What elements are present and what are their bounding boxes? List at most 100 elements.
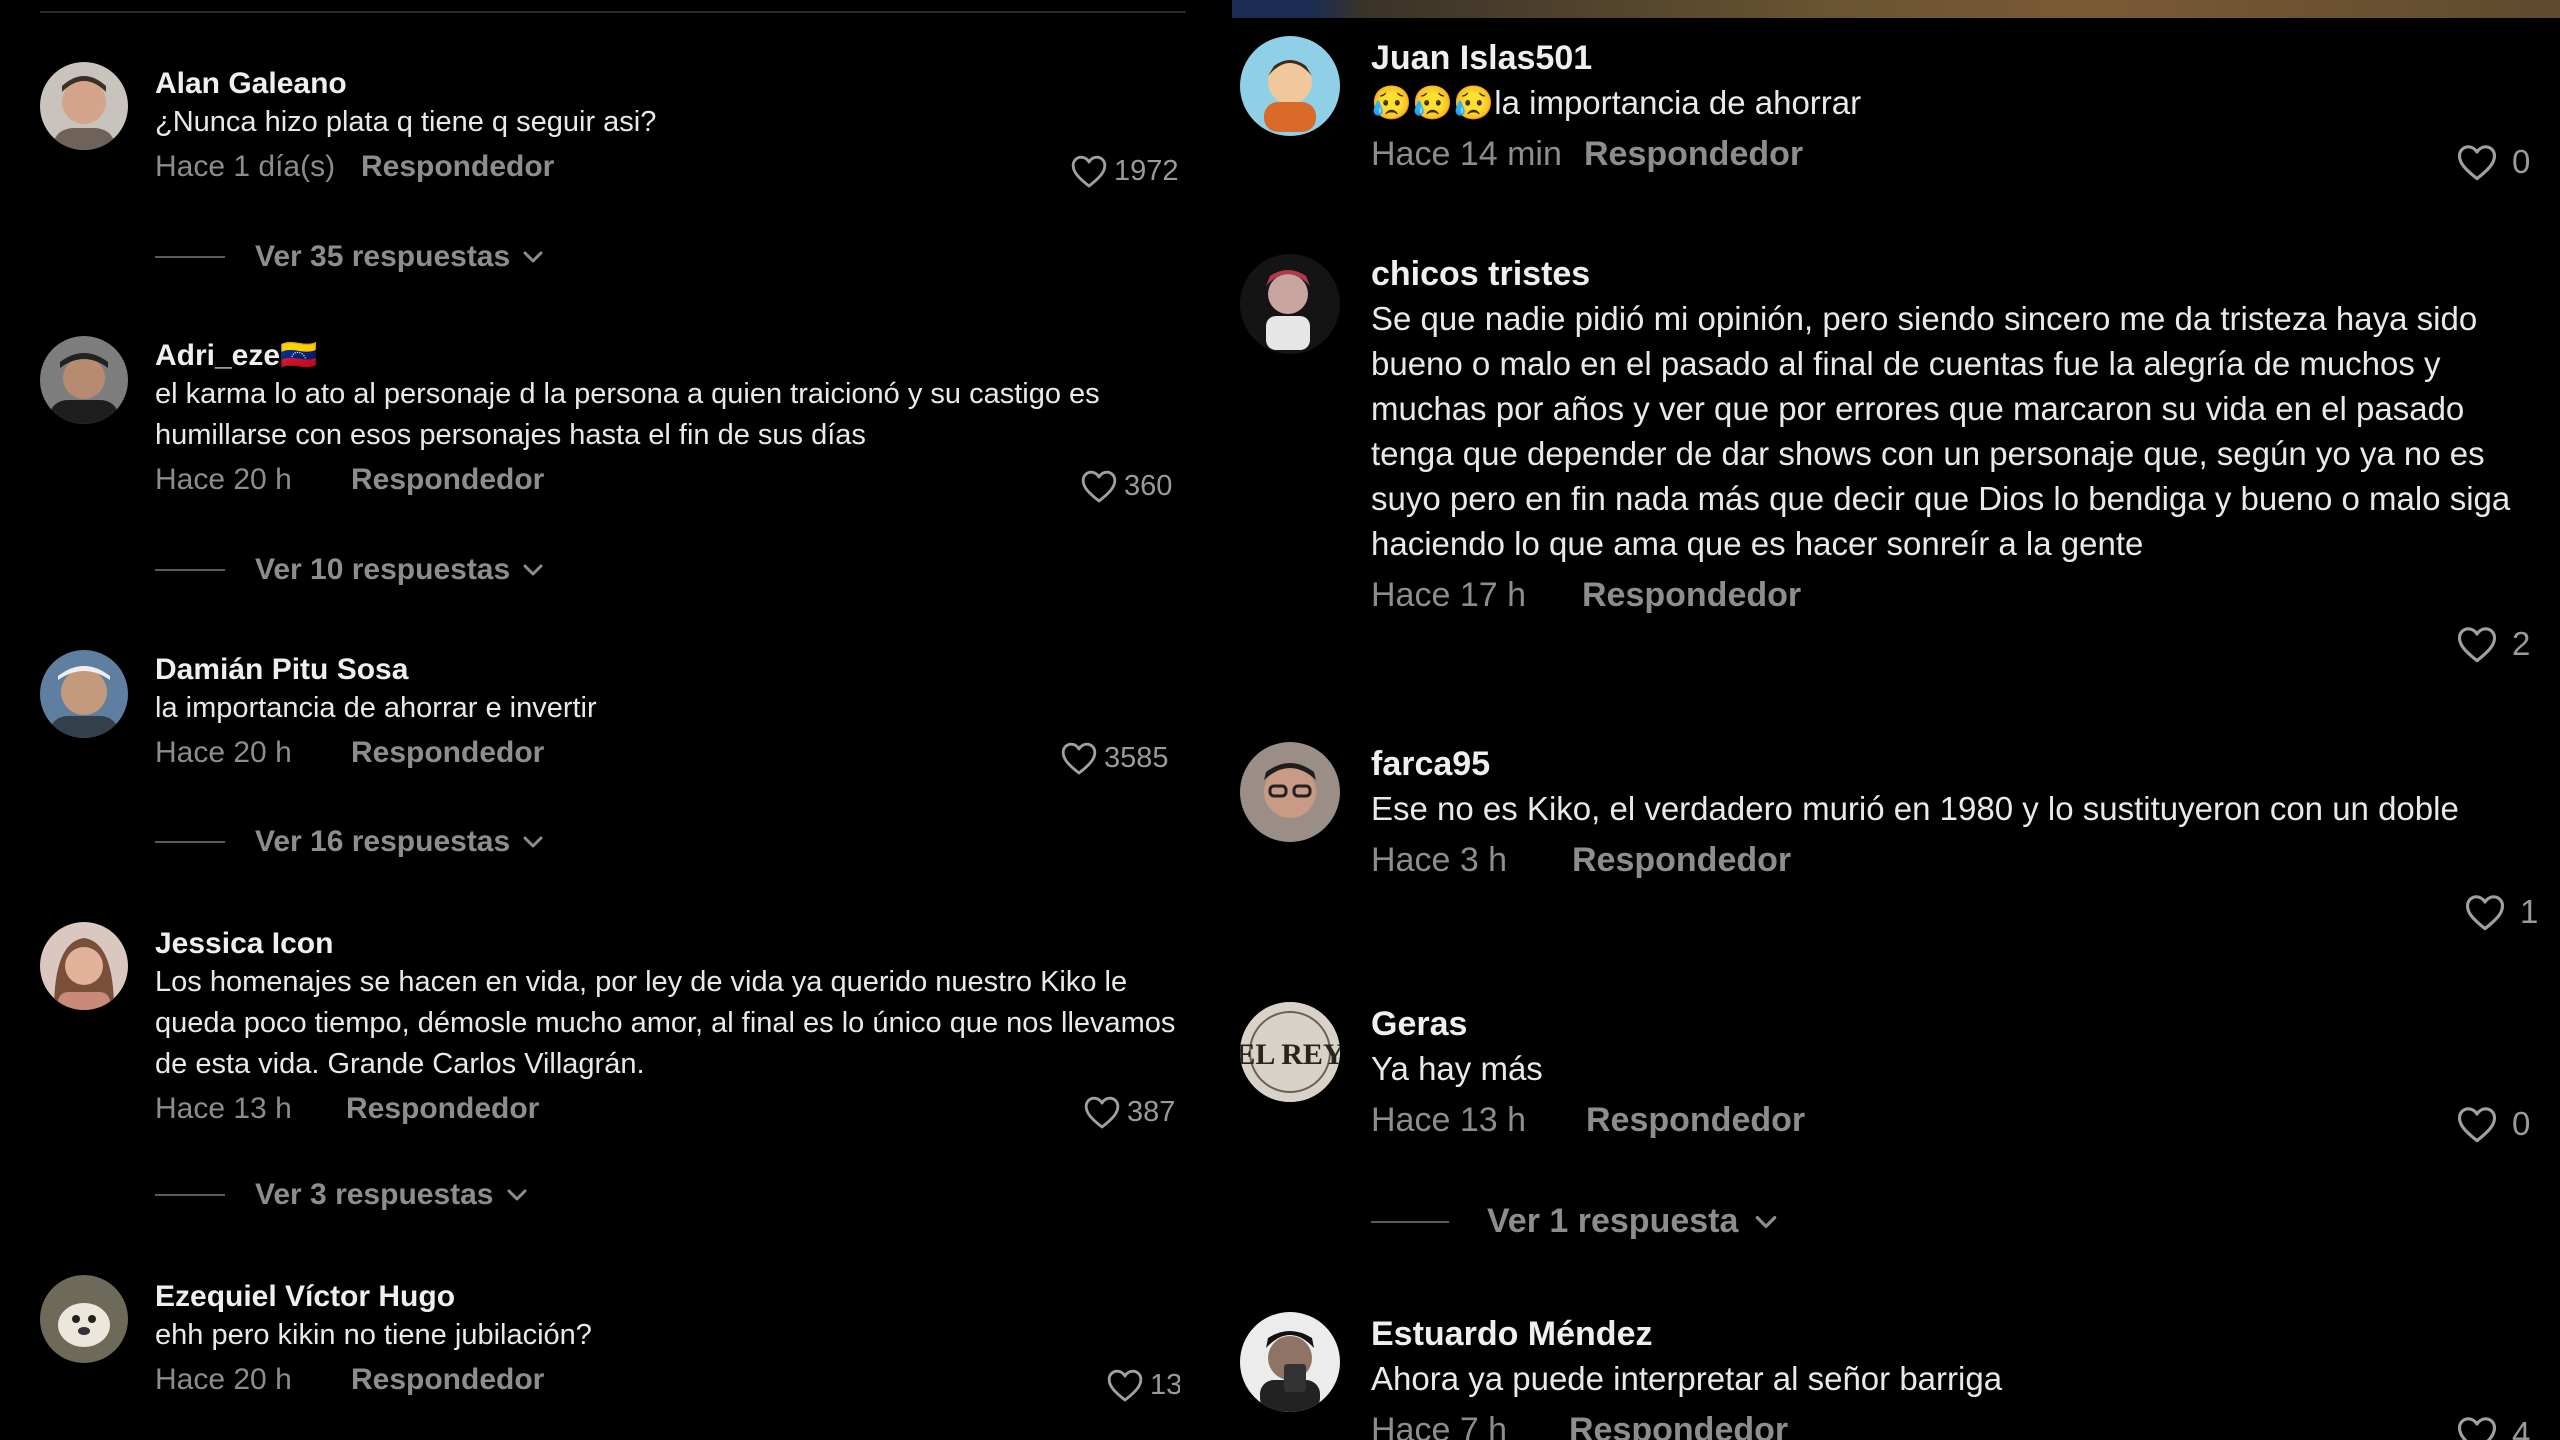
comment-username[interactable]: Juan Islas501 [1371,36,2551,80]
comment-username[interactable]: Ezequiel Víctor Hugo [155,1279,1185,1315]
divider [155,841,225,843]
comment-meta: Hace 20 h Respondedor [155,460,1185,500]
avatar-logo: EL REY [1240,1002,1340,1102]
chevron-down-icon [523,564,543,576]
comment-meta: Hace 20 h Respondedor [155,733,1185,773]
comment-meta: Hace 14 min Respondedor [1371,131,2551,177]
heart-icon [1061,742,1097,775]
heart-icon [1107,1369,1143,1402]
heart-icon [2457,1417,2497,1440]
comment-meta: Hace 20 h Respondedor [155,1360,1185,1400]
chevron-down-icon [507,1189,526,1201]
comment-username[interactable]: farca95 [1371,742,2551,786]
like-button[interactable]: 3585 [1060,740,1180,776]
like-button[interactable]: 1 [2464,892,2556,932]
like-button[interactable]: 2 [2456,624,2556,664]
like-button[interactable]: 0 [2456,142,2556,182]
svg-text:EL REY: EL REY [1240,1038,1340,1071]
avatar[interactable] [1240,1312,1340,1412]
view-replies-button[interactable]: Ver 3 respuestas [155,1178,528,1212]
comment-text: Ahora ya puede interpretar al señor barr… [1371,1360,2003,1397]
reply-button[interactable]: Respondedor [1569,1407,1788,1440]
heart-icon [2457,145,2497,181]
divider [155,256,225,258]
like-button[interactable]: 0 [2456,1104,2556,1144]
like-count: 360 [1124,469,1173,502]
divider [1371,1220,1449,1223]
reply-button[interactable]: Respondedor [1572,837,1791,883]
comment-meta: Hace 3 h Respondedor [1371,837,2551,883]
avatar[interactable] [1240,36,1340,136]
view-replies-button[interactable]: Ver 35 respuestas [155,240,544,274]
comment-time: Hace 3 h [1371,841,1508,879]
comment-text: ¿Nunca hizo plata q tiene q seguir asi? [155,106,657,138]
avatar[interactable] [40,1275,128,1363]
like-button[interactable]: 1972 [1070,153,1180,189]
heart-icon [2457,627,2497,663]
avatar[interactable] [1240,254,1340,354]
comment-username[interactable]: Estuardo Méndez [1371,1312,2551,1356]
comment-meta: Hace 7 h Respondedor [1371,1407,2551,1440]
heart-icon [1084,1096,1120,1129]
view-replies-label: Ver 3 respuestas [255,1178,494,1211]
like-count: 3585 [1104,741,1169,774]
avatar[interactable]: EL REY [1240,1002,1340,1102]
view-replies-button[interactable]: Ver 1 respuesta [1371,1202,1778,1241]
comment-username[interactable]: chicos tristes [1371,252,2551,296]
view-replies-button[interactable]: Ver 10 respuestas [155,553,544,587]
avatar[interactable] [40,336,128,424]
comment-meta: Hace 17 h Respondedor [1371,572,2551,618]
comment-time: Hace 20 h [155,463,292,496]
comment-time: Hace 13 h [155,1092,292,1125]
comment-time: Hace 1 día(s) [155,150,336,183]
like-count: 1972 [1114,154,1179,187]
like-button[interactable]: 360 [1080,468,1180,504]
divider [155,1194,225,1196]
reply-button[interactable]: Respondedor [351,733,544,773]
comment-username[interactable]: Alan Galeano [155,66,1185,102]
reply-button[interactable]: Respondedor [346,1089,539,1129]
comment-meta: Hace 13 h Respondedor [1371,1097,2551,1143]
right-comments-panel: Juan Islas501 😥😥😥la importancia de ahorr… [1232,0,2560,1440]
comment-time: Hace 17 h [1371,576,1526,614]
heart-icon [2465,895,2505,931]
comment-username[interactable]: Jessica Icon [155,926,1185,962]
heart-icon [2457,1107,2497,1143]
comment-text: Ese no es Kiko, el verdadero murió en 19… [1371,790,2459,827]
like-button[interactable]: 13 [1106,1367,1180,1403]
comment-meta: Hace 1 día(s) Respondedor [155,147,1185,187]
like-count: 0 [2512,1105,2531,1142]
view-replies-label: Ver 1 respuesta [1487,1202,1739,1240]
comment-time: Hace 20 h [155,1363,292,1396]
comment-text: ehh pero kikin no tiene jubilación? [155,1319,592,1351]
avatar[interactable] [40,922,128,1010]
comment-text: 😥😥😥la importancia de ahorrar [1371,84,1862,121]
avatar[interactable] [40,62,128,150]
comment-username[interactable]: Damián Pitu Sosa [155,652,1185,688]
view-replies-button[interactable]: Ver 16 respuestas [155,825,544,859]
chevron-down-icon [523,836,543,848]
like-count: 13 [1150,1368,1180,1401]
comment-text: el karma lo ato al personaje d la person… [155,378,1100,451]
view-replies-label: Ver 10 respuestas [255,553,511,586]
left-comments-panel: Alan Galeano ¿Nunca hizo plata q tiene q… [0,0,1200,1440]
avatar[interactable] [1240,742,1340,842]
comment-text: Los homenajes se hacen en vida, por ley … [155,966,1176,1080]
like-count: 4 [2512,1415,2531,1440]
heart-icon [1071,155,1107,188]
reply-button[interactable]: Respondedor [1582,572,1801,618]
reply-button[interactable]: Respondedor [1584,131,1803,177]
top-divider [40,11,1186,13]
like-count: 0 [2512,143,2531,180]
reply-button[interactable]: Respondedor [351,460,544,500]
comment-username[interactable]: Geras [1371,1002,2551,1046]
reply-button[interactable]: Respondedor [1586,1097,1805,1143]
reply-button[interactable]: Respondedor [351,1360,544,1400]
avatar[interactable] [40,650,128,738]
like-button[interactable]: 387 [1083,1094,1180,1130]
like-button[interactable]: 4 [2456,1414,2556,1440]
reply-button[interactable]: Respondedor [361,147,554,187]
comment-time: Hace 7 h [1371,1411,1508,1440]
comment-username[interactable]: Adri_eze🇻🇪 [155,338,1185,374]
like-count: 1 [2520,893,2539,930]
